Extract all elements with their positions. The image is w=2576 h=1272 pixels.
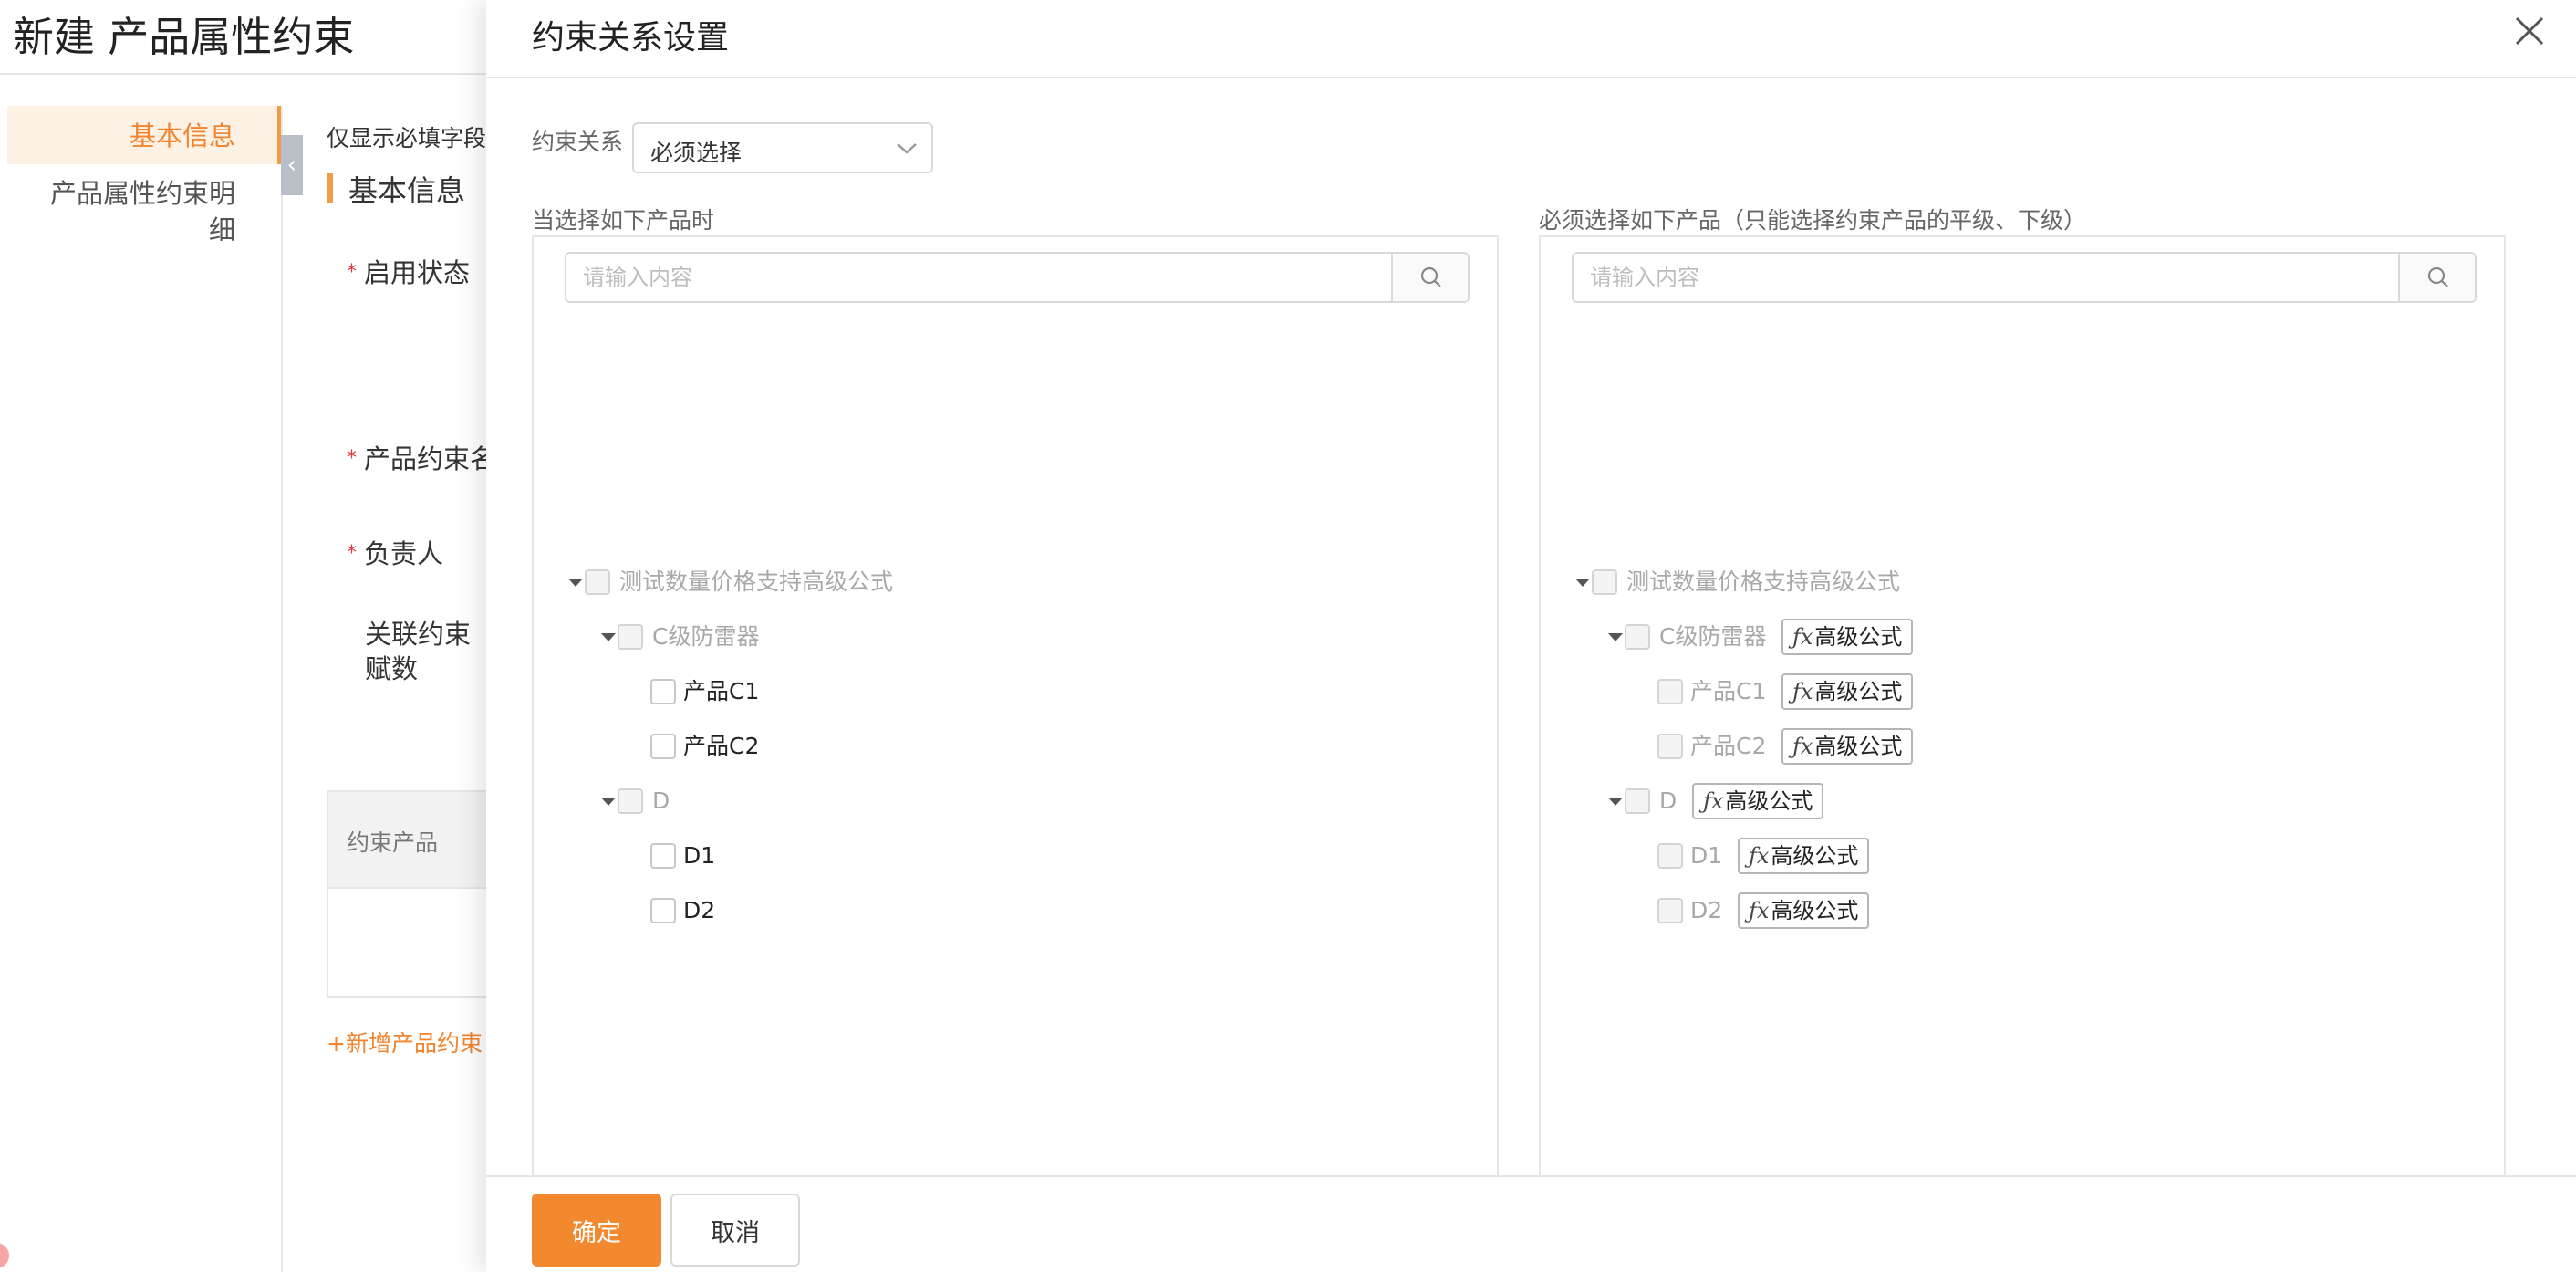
caret-down-icon[interactable] [1606,628,1625,646]
search-icon [2427,266,2448,287]
required-star-icon: * [347,447,357,470]
node-label: 产品C1 [683,678,760,704]
advanced-formula-button[interactable]: ƒx高级公式 [1738,892,1870,929]
node-label: D2 [1690,897,1723,923]
node-checkbox[interactable] [650,843,676,869]
relation-select-value: 必须选择 [650,140,743,166]
field-label-linked-count: 关联约束赋数 [365,619,472,684]
nav-divider [281,106,283,1272]
left-search-button[interactable] [1391,254,1468,301]
node-label: D1 [683,842,716,869]
caret-down-icon[interactable] [566,573,585,591]
node-checkbox[interactable] [1625,788,1650,814]
node-checkbox[interactable] [1657,843,1683,869]
node-checkbox[interactable] [1592,569,1617,595]
collapse-chevron-left-icon[interactable]: ‹ [281,135,303,195]
node-checkbox[interactable] [650,734,676,759]
right-product-panel: 测试数量价格支持高级公式 C级防雷器 ƒx高级公式 产品C1 ƒx高级公式 产品… [1539,235,2506,1272]
caret-down-icon[interactable] [599,628,618,646]
fx-icon: ƒx [1792,679,1813,704]
nav-item-constraint-detail[interactable]: 产品属性约束明细 [36,175,235,248]
right-search-input[interactable] [1574,254,2400,301]
node-checkbox[interactable] [1657,734,1683,759]
advanced-formula-button[interactable]: ƒx高级公式 [1738,838,1870,874]
table-body-empty [327,889,493,998]
node-checkbox[interactable] [1625,624,1650,650]
node-checkbox[interactable] [650,898,676,923]
advanced-formula-button[interactable]: ƒx高级公式 [1692,783,1824,819]
fx-icon: ƒx [1792,624,1813,650]
caret-down-icon[interactable] [599,792,618,810]
advanced-formula-button[interactable]: ƒx高级公式 [1781,673,1914,710]
node-checkbox[interactable] [650,679,676,704]
chevron-down-icon [897,143,917,154]
node-checkbox[interactable] [1657,679,1683,704]
add-product-constraint-link[interactable]: +新增产品约束 [327,1026,483,1058]
fx-icon: ƒx [1749,843,1770,869]
cancel-button[interactable]: 取消 [670,1194,800,1267]
drawer-title: 约束关系设置 [532,19,730,57]
advanced-formula-button[interactable]: ƒx高级公式 [1781,619,1914,655]
node-checkbox[interactable] [585,569,610,595]
left-product-panel: 测试数量价格支持高级公式 C级防雷器 产品C1 产品C2 D D1 D2 [532,235,1499,1272]
advanced-formula-button[interactable]: ƒx高级公式 [1781,728,1914,765]
node-label: 产品C1 [1690,678,1767,704]
floating-dot[interactable] [0,1243,9,1268]
constraint-settings-drawer: 约束关系设置 约束关系 必须选择 当选择如下产品时 测试数量价格支持高级公 [486,0,2576,1272]
node-label: 产品C2 [1690,733,1767,759]
node-label: C级防雷器 [1659,623,1767,650]
relation-select[interactable]: 必须选择 [632,122,933,173]
node-label: D2 [683,897,716,923]
node-checkbox[interactable] [1657,898,1683,923]
node-label: D1 [1690,842,1723,869]
drawer-footer: 确定 取消 [486,1175,2576,1272]
field-label-owner: * 负责人 [347,538,444,569]
required-only-toggle-label[interactable]: 仅显示必填字段 [327,120,486,153]
section-title: 基本信息 [348,173,466,208]
field-label-status: * 启用状态 [347,257,471,288]
node-checkbox[interactable] [618,624,643,650]
fx-icon: ƒx [1703,788,1724,814]
left-panel-caption: 当选择如下产品时 [532,207,715,234]
node-label: D [1659,787,1678,814]
table-header: 约束产品 [327,790,493,889]
node-label: 测试数量价格支持高级公式 [1626,568,1901,595]
table-header-label: 约束产品 [347,829,439,856]
confirm-button[interactable]: 确定 [532,1194,661,1267]
fx-icon: ƒx [1749,898,1770,923]
relation-label: 约束关系 [532,129,624,155]
required-star-icon: * [347,542,357,565]
field-label-constraint-name: * 产品约束名 [347,443,497,474]
search-icon [1420,266,1441,287]
drawer-header: 约束关系设置 [486,0,2576,78]
nav-item-basic-info[interactable]: 基本信息 [7,115,235,153]
right-panel-caption: 必须选择如下产品（只能选择约束产品的平级、下级） [1539,207,2087,234]
left-search-input[interactable] [566,254,1393,301]
node-label: D [652,787,670,814]
left-search-box [565,252,1470,303]
node-label: 产品C2 [683,733,760,759]
right-search-box [1572,252,2477,303]
node-checkbox[interactable] [618,788,643,814]
page-title: 新建 产品属性约束 [13,13,355,61]
node-label: 测试数量价格支持高级公式 [619,568,894,595]
close-icon[interactable] [2509,11,2550,51]
node-label: C级防雷器 [652,623,760,650]
caret-down-icon[interactable] [1574,573,1592,591]
section-title-marker [327,173,333,203]
caret-down-icon[interactable] [1606,792,1625,810]
right-search-button[interactable] [2398,254,2475,301]
fx-icon: ƒx [1792,734,1813,759]
title-divider [0,73,493,75]
required-star-icon: * [347,261,357,284]
